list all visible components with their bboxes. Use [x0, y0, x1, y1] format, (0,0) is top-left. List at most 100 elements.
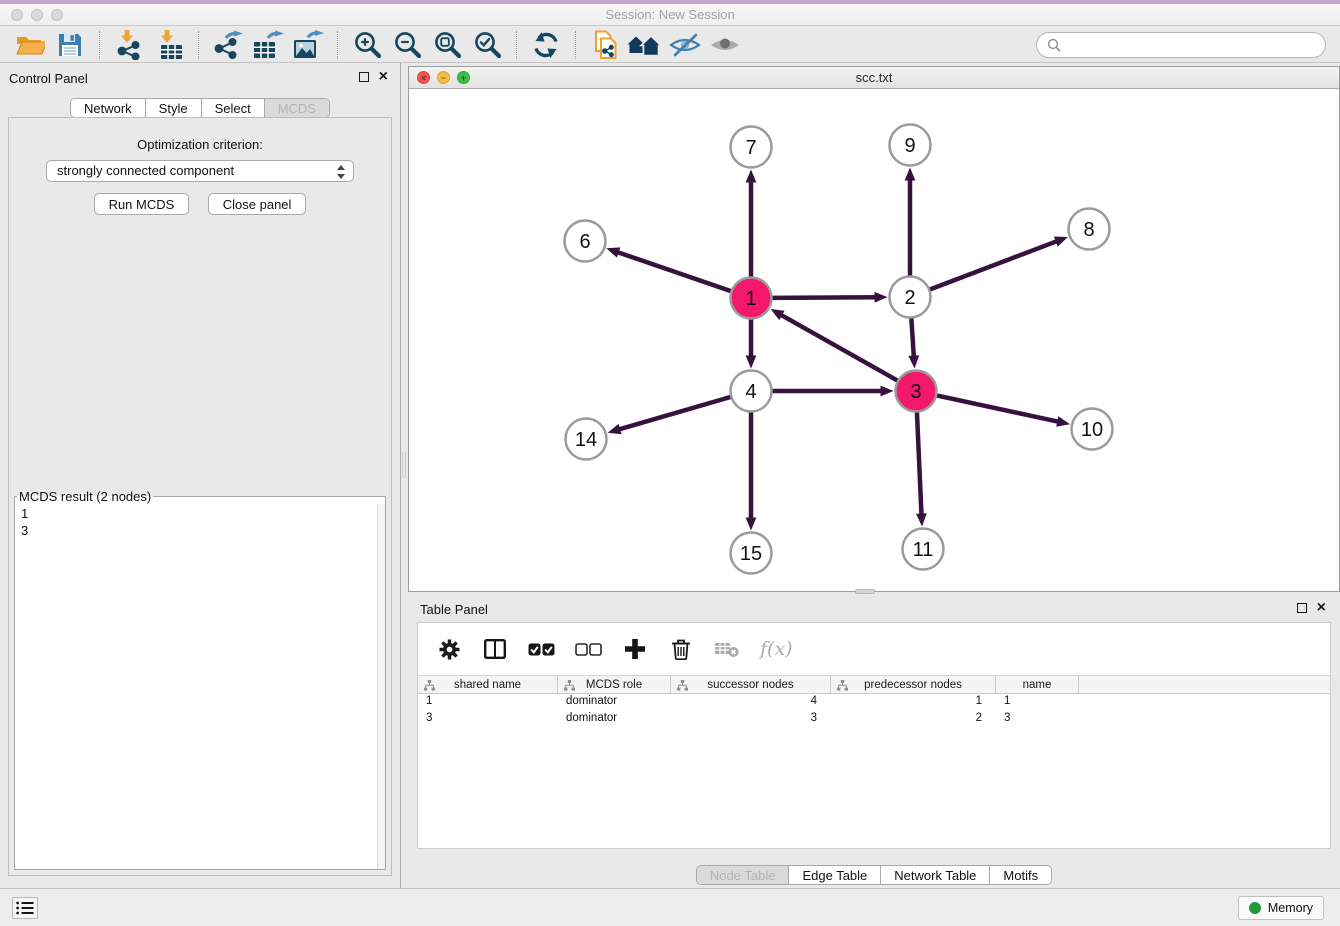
close-panel-button[interactable]: Close panel	[208, 193, 307, 215]
duplicate-network-button[interactable]	[585, 29, 625, 61]
refresh-layout-button[interactable]	[526, 29, 566, 61]
horizontal-splitter[interactable]	[855, 589, 875, 594]
status-bar: Memory	[0, 888, 1340, 926]
refresh-icon	[532, 31, 560, 59]
memory-button[interactable]: Memory	[1238, 896, 1324, 920]
mcds-result-fieldset: MCDS result (2 nodes) 1 3	[14, 489, 386, 870]
toolbar-separator	[516, 31, 517, 59]
export-network-button[interactable]	[208, 29, 248, 61]
node-label-4: 4	[745, 381, 756, 403]
save-session-button[interactable]	[50, 29, 90, 61]
delete-table-button	[714, 636, 740, 662]
zoom-fit-button[interactable]	[427, 29, 467, 61]
cell-predecessor-nodes[interactable]: 1	[831, 694, 996, 711]
edge-3-1[interactable]	[778, 313, 898, 380]
tab-node-table[interactable]: Node Table	[697, 866, 789, 884]
column-header-successor-nodes[interactable]: successor nodes	[671, 676, 831, 693]
zoom-out-button[interactable]	[387, 29, 427, 61]
result-scrollbar[interactable]	[377, 504, 385, 869]
arrowhead-2-3	[908, 355, 919, 368]
tab-style[interactable]: Style	[145, 99, 201, 117]
float-panel-icon[interactable]	[359, 72, 369, 82]
edge-2-3[interactable]	[911, 317, 914, 359]
vertical-splitter[interactable]	[401, 452, 407, 478]
arrowhead-1-6	[606, 247, 620, 257]
table-row[interactable]: 3dominator323	[418, 711, 1330, 728]
table-body: 1dominator4113dominator323	[418, 694, 1330, 728]
two-houses-icon	[627, 32, 663, 58]
import-network-button[interactable]	[109, 29, 149, 61]
mcds-result-text[interactable]: 1 3	[15, 504, 385, 540]
table-settings-button[interactable]	[436, 636, 462, 662]
plus-icon	[625, 639, 645, 659]
run-mcds-button[interactable]: Run MCDS	[94, 193, 190, 215]
node-label-2: 2	[904, 287, 915, 309]
network-title: scc.txt	[409, 67, 1339, 89]
table-header-row: shared nameMCDS rolesuccessor nodesprede…	[418, 675, 1330, 694]
show-column-panel-button[interactable]	[482, 636, 508, 662]
show-all-button[interactable]	[705, 29, 745, 61]
table-panel-title: Table Panel	[420, 602, 488, 617]
cell-predecessor-nodes[interactable]: 2	[831, 711, 996, 728]
control-panel-title: Control Panel	[9, 71, 88, 86]
node-label-14: 14	[575, 429, 597, 451]
network-view-window: × − + scc.txt 1234678910111415	[408, 66, 1340, 592]
task-history-button[interactable]	[12, 897, 38, 919]
import-table-button[interactable]	[149, 29, 189, 61]
dropdown-stepper-icon	[337, 164, 347, 180]
tab-motifs[interactable]: Motifs	[989, 866, 1051, 884]
edge-1-6[interactable]	[615, 251, 732, 291]
search-input[interactable]	[1067, 37, 1315, 52]
column-header-predecessor-nodes[interactable]: predecessor nodes	[831, 676, 996, 693]
cell-successor-nodes[interactable]: 3	[671, 711, 831, 728]
import-table-icon	[154, 30, 184, 60]
delete-column-button[interactable]	[668, 636, 694, 662]
deselect-all-button[interactable]	[575, 636, 602, 662]
tab-edge-table[interactable]: Edge Table	[788, 866, 880, 884]
column-type-icon	[424, 680, 435, 691]
optimization-criterion-label: Optimization criterion:	[9, 137, 391, 152]
tab-select[interactable]: Select	[201, 99, 264, 117]
edge-2-8[interactable]	[929, 240, 1059, 290]
arrowhead-2-9	[905, 168, 916, 181]
memory-status-icon	[1249, 902, 1261, 914]
edge-3-11[interactable]	[917, 411, 922, 517]
column-header-name[interactable]: name	[996, 676, 1079, 693]
cell-name[interactable]: 3	[996, 711, 1079, 728]
memory-label: Memory	[1268, 901, 1313, 915]
cell-successor-nodes[interactable]: 4	[671, 694, 831, 711]
edge-4-14[interactable]	[616, 397, 731, 430]
node-label-8: 8	[1083, 219, 1094, 241]
first-neighbors-button[interactable]	[625, 29, 665, 61]
add-column-button[interactable]	[622, 636, 648, 662]
network-window-titlebar: × − + scc.txt	[409, 67, 1339, 89]
export-image-button[interactable]	[288, 29, 328, 61]
open-session-button[interactable]	[10, 29, 50, 61]
criterion-dropdown[interactable]: strongly connected component	[46, 160, 354, 182]
column-header-shared-name[interactable]: shared name	[418, 676, 558, 693]
hide-selected-button[interactable]	[665, 29, 705, 61]
cell-shared-name[interactable]: 3	[418, 711, 558, 728]
float-table-panel-icon[interactable]	[1297, 603, 1307, 613]
node-label-9: 9	[904, 135, 915, 157]
close-table-panel-icon[interactable]: ×	[1317, 601, 1326, 615]
network-graph[interactable]: 1234678910111415	[409, 89, 1339, 592]
cell-name[interactable]: 1	[996, 694, 1079, 711]
select-all-button[interactable]	[528, 636, 555, 662]
tab-mcds[interactable]: MCDS	[264, 99, 329, 117]
edge-1-2[interactable]	[771, 297, 878, 298]
close-panel-icon[interactable]: ×	[379, 70, 388, 84]
export-table-button[interactable]	[248, 29, 288, 61]
cell-mcds-role[interactable]: dominator	[558, 711, 671, 728]
tab-network-table[interactable]: Network Table	[880, 866, 989, 884]
edge-3-10[interactable]	[936, 395, 1061, 422]
zoom-selected-button[interactable]	[467, 29, 507, 61]
cell-mcds-role[interactable]: dominator	[558, 694, 671, 711]
gear-icon	[439, 639, 460, 660]
table-panel: Table Panel ×	[408, 596, 1340, 888]
table-row[interactable]: 1dominator411	[418, 694, 1330, 711]
column-header-mcds-role[interactable]: MCDS role	[558, 676, 671, 693]
cell-shared-name[interactable]: 1	[418, 694, 558, 711]
zoom-in-button[interactable]	[347, 29, 387, 61]
tab-network[interactable]: Network	[71, 99, 145, 117]
